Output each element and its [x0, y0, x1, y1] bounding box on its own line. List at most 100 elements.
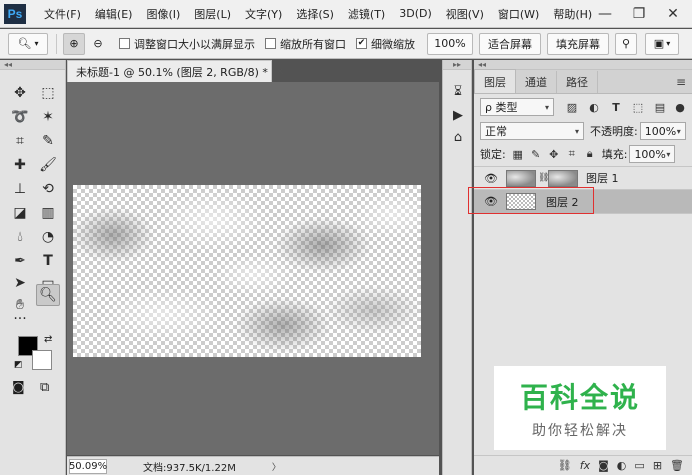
actions-play-icon[interactable]: ▶ [449, 106, 467, 124]
eraser-tool-icon[interactable]: ◪ [8, 202, 32, 224]
screen-mode-icon[interactable]: ⧉ [40, 380, 49, 395]
crop-tool-icon[interactable]: ⌗ [8, 130, 32, 152]
type-tool-icon[interactable]: T [36, 250, 60, 272]
lock-fill-row: 锁定: ▦ ✎ ✥ ⌗ 🔒︎ 填充: 100% ▾ [474, 145, 692, 163]
menu-select[interactable]: 选择(S) [296, 6, 334, 22]
swap-colors-icon[interactable]: ⇄ [44, 334, 52, 345]
layer-filter-dropdown[interactable]: ρ 类型 ▾ [480, 98, 554, 116]
filter-smart-object-icon[interactable]: ▤ [652, 99, 668, 115]
filter-type-icon[interactable]: T [608, 99, 624, 115]
panel-collapse-handle[interactable]: ▸▸ [443, 60, 471, 70]
blur-tool-icon[interactable]: 💧︎ [8, 226, 32, 248]
scrubby-zoom-checkbox[interactable]: ✔ 细微缩放 [356, 36, 415, 52]
workspace-button[interactable]: ▣ ▾ [645, 32, 679, 55]
opacity-field[interactable]: 100% ▾ [639, 122, 686, 140]
blend-mode-dropdown[interactable]: 正常 ▾ [480, 122, 584, 140]
lock-position-icon[interactable]: ✥ [546, 146, 562, 162]
new-layer-icon[interactable]: ⊞ [653, 459, 662, 472]
pen-tool-icon[interactable]: ✒ [8, 250, 32, 272]
lock-transparent-icon[interactable]: ▦ [510, 146, 526, 162]
lock-artboard-icon[interactable]: ⌗ [564, 146, 580, 162]
menu-3d[interactable]: 3D(D) [399, 7, 432, 20]
zoom-level-field[interactable]: 50.09% [69, 458, 107, 474]
checkbox-box[interactable] [265, 38, 276, 49]
opacity-label: 不透明度: [590, 125, 638, 138]
clone-stamp-tool-icon[interactable]: ⊥ [8, 178, 32, 200]
search-button[interactable]: ⚲ [615, 32, 637, 55]
tab-channels[interactable]: 通道 [516, 71, 557, 93]
menu-file[interactable]: 文件(F) [44, 6, 81, 22]
filter-toggle-icon[interactable]: ● [672, 99, 688, 115]
zoom-in-button[interactable]: ⊕ [63, 32, 85, 55]
filter-shape-icon[interactable]: ⬚ [630, 99, 646, 115]
zoom-out-button[interactable]: ⊖ [87, 33, 109, 55]
document-canvas[interactable] [73, 185, 421, 357]
layer-name[interactable]: 图层 1 [586, 170, 619, 186]
minimize-button[interactable]: — [592, 4, 618, 24]
menu-window[interactable]: 窗口(W) [498, 6, 539, 22]
tab-layers[interactable]: 图层 [474, 69, 516, 93]
menu-type[interactable]: 文字(Y) [245, 6, 282, 22]
add-mask-icon[interactable]: ◙ [598, 459, 609, 472]
checkbox-box[interactable]: ✔ [356, 38, 367, 49]
zoom-tool-preset-button[interactable]: 🔍︎ ▾ [8, 32, 48, 55]
panel-menu-icon[interactable]: ≡ [676, 75, 686, 89]
checkbox-box[interactable] [119, 38, 130, 49]
magic-wand-tool-icon[interactable]: ✶ [36, 106, 60, 128]
fill-field[interactable]: 100% ▾ [629, 145, 676, 163]
caret-down-icon: ▾ [574, 126, 579, 136]
delete-layer-icon[interactable]: 🗑︎ [670, 459, 684, 472]
lock-image-icon[interactable]: ✎ [528, 146, 544, 162]
filter-pixel-icon[interactable]: ▨ [564, 99, 580, 115]
document-tab[interactable]: 未标题-1 @ 50.1% (图层 2, RGB/8) * × [67, 60, 284, 82]
zoom-in-icon: ⊕ [69, 37, 79, 50]
quick-mask-icon[interactable]: ◙ [12, 380, 25, 395]
zoom-all-windows-checkbox[interactable]: 缩放所有窗口 [265, 36, 346, 52]
history-brush-tool-icon[interactable]: ⟲ [36, 178, 60, 200]
watermark-subtitle: 助你轻松解决 [532, 423, 628, 439]
fit-screen-button[interactable]: 适合屏幕 [479, 32, 541, 55]
adjustment-layer-icon[interactable]: ◐ [617, 459, 627, 472]
status-menu-arrow-icon[interactable]: 〉 [272, 460, 281, 473]
more-tools-icon[interactable]: ··· [8, 308, 32, 330]
default-colors-icon[interactable]: ◩ [14, 360, 23, 370]
lock-all-icon[interactable]: 🔒︎ [582, 146, 598, 162]
zoom-tool-icon[interactable]: 🔍︎ [36, 284, 60, 306]
lasso-tool-icon[interactable]: ➰ [8, 106, 32, 128]
libraries-panel-icon[interactable]: ⌂ [449, 128, 467, 146]
healing-brush-tool-icon[interactable]: ✚ [8, 154, 32, 176]
history-panel-icon[interactable]: ⏳︎ [449, 82, 467, 100]
tab-paths[interactable]: 路径 [557, 71, 598, 93]
menu-edit[interactable]: 编辑(E) [95, 6, 133, 22]
menu-view[interactable]: 视图(V) [446, 6, 484, 22]
gradient-tool-icon[interactable]: ▥ [36, 202, 60, 224]
panel-collapse-handle[interactable]: ◂◂ [0, 60, 65, 70]
menu-filter[interactable]: 滤镜(T) [348, 6, 385, 22]
filter-adjustment-icon[interactable]: ◐ [586, 99, 602, 115]
options-bar: 🔍︎ ▾ ⊕ ⊖ 调整窗口大小以满屏显示 缩放所有窗口 ✔ 细微缩放 100% 适… [0, 29, 692, 59]
menu-bar: Ps 文件(F) 编辑(E) 图像(I) 图层(L) 文字(Y) 选择(S) 滤… [0, 0, 692, 28]
move-tool-icon[interactable]: ✥ [8, 82, 32, 104]
close-button[interactable]: ✕ [660, 4, 686, 24]
new-group-icon[interactable]: ▭ [634, 459, 644, 472]
link-layers-icon[interactable]: ⛓︎ [558, 459, 572, 472]
close-tab-icon[interactable]: × [276, 66, 284, 77]
path-selection-tool-icon[interactable]: ➤ [8, 272, 32, 294]
layer-style-fx-icon[interactable]: fx [580, 459, 590, 472]
eyedropper-tool-icon[interactable]: ✎ [36, 130, 60, 152]
menu-help[interactable]: 帮助(H) [553, 6, 592, 22]
resize-windows-checkbox[interactable]: 调整窗口大小以满屏显示 [119, 36, 255, 52]
menu-image[interactable]: 图像(I) [146, 6, 180, 22]
brush-tool-icon[interactable]: 🖌︎ [36, 154, 60, 176]
zoom-100-button[interactable]: 100% [427, 32, 473, 55]
fill-label: 填充: [601, 148, 628, 161]
marquee-tool-icon[interactable]: ⬚ [36, 82, 60, 104]
dodge-tool-icon[interactable]: ◔ [36, 226, 60, 248]
restore-button[interactable]: ❐ [626, 4, 652, 24]
eye-icon[interactable]: 👁︎ [482, 172, 500, 185]
layer-mask-thumbnail[interactable] [548, 169, 578, 187]
fill-screen-button[interactable]: 填充屏幕 [547, 32, 609, 55]
background-color-swatch[interactable] [32, 350, 52, 370]
menu-layer[interactable]: 图层(L) [194, 6, 231, 22]
layer-filter-label: ρ 类型 [485, 101, 518, 114]
